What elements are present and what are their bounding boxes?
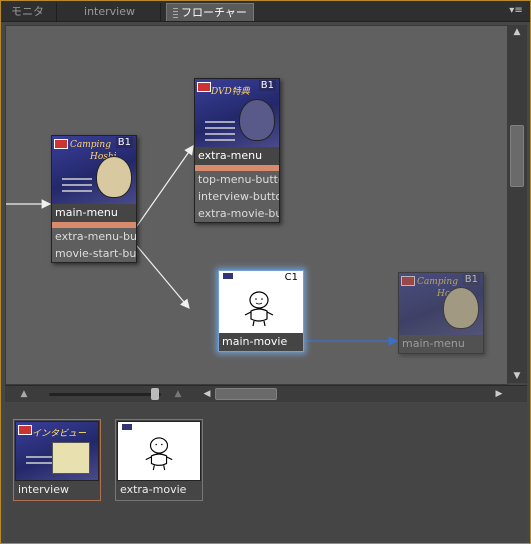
tab-monitor[interactable]: モニタ <box>5 3 57 21</box>
node-button[interactable]: extra-movie-bu <box>195 205 279 222</box>
unlinked-assets-tray: インタビュー interview extra-movie <box>5 403 527 541</box>
tab-interview-label: interview <box>84 5 135 18</box>
link-to-extra-menu <box>136 145 194 227</box>
node-main-menu-ref[interactable]: Camping Hoshi B1 main-menu <box>398 272 484 354</box>
node-thumbnail: C1 <box>219 271 303 333</box>
character-icon <box>443 287 479 329</box>
node-badge: B1 <box>462 274 480 285</box>
flowchart-canvas[interactable]: Camping Hoshi B1 main-menu extra-menu-bu… <box>5 25 508 385</box>
zoom-scroll-bar: ▲ ▲ ◀ ▶ <box>5 385 527 402</box>
zoom-in-icon[interactable]: ▲ <box>171 388 185 400</box>
menu-logo-icon <box>18 425 32 435</box>
tray-thumbnail <box>117 421 201 481</box>
node-thumbnail: DVD特典 B1 <box>195 79 279 147</box>
thumbnail-art <box>62 174 92 196</box>
zoom-slider[interactable] <box>49 393 161 396</box>
node-button[interactable]: extra-menu-but <box>52 228 136 245</box>
node-title: main-menu <box>52 204 136 222</box>
thumbnail-art: Camping <box>417 277 458 287</box>
thumbnail-art: Camping <box>70 140 111 150</box>
thumbnail-art <box>205 117 235 145</box>
zoom-slider-thumb[interactable] <box>151 388 159 400</box>
node-title: extra-menu <box>195 147 279 165</box>
character-icon <box>145 437 173 471</box>
tab-bar: モニタ interview フローチャート× ▾≡ <box>1 1 530 37</box>
node-thumbnail: Camping Hoshi B1 <box>52 136 136 204</box>
horizontal-scroll-thumb[interactable] <box>215 388 277 400</box>
video-logo-icon <box>223 273 233 279</box>
menu-logo-icon <box>197 82 211 92</box>
tray-label: interview <box>15 481 99 499</box>
thumbnail-art: インタビュー <box>32 429 87 439</box>
node-extra-menu[interactable]: DVD特典 B1 extra-menu top-menu-butto inter… <box>194 78 280 223</box>
tab-monitor-label: モニタ <box>11 5 44 18</box>
tray-item-extra-movie[interactable]: extra-movie <box>115 419 203 501</box>
menu-logo-icon <box>401 276 415 286</box>
panel-menu-icon[interactable]: ▾≡ <box>508 5 524 17</box>
character-icon <box>239 99 275 141</box>
grip-icon[interactable] <box>173 8 178 18</box>
tab-interview[interactable]: interview <box>59 3 161 21</box>
scroll-left-icon[interactable]: ◀ <box>201 388 213 400</box>
node-title: main-movie <box>219 333 303 351</box>
tab-flowchart[interactable]: フローチャート× <box>166 3 254 37</box>
tray-label: extra-movie <box>117 481 201 499</box>
vertical-scrollbar[interactable]: ▲ ▼ <box>507 25 527 383</box>
node-badge: B1 <box>115 137 133 148</box>
node-title: main-menu <box>399 335 483 353</box>
thumbnail-art: DVD特典 <box>211 87 250 97</box>
zoom-out-icon[interactable]: ▲ <box>17 388 31 400</box>
link-to-main-movie <box>136 245 190 309</box>
flowchart-panel: モニタ interview フローチャート× ▾≡ Camping Hoshi <box>0 0 531 544</box>
scroll-up-icon[interactable]: ▲ <box>507 25 527 39</box>
node-button[interactable]: movie-start-bu <box>52 245 136 262</box>
character-icon <box>96 156 132 198</box>
menu-logo-icon <box>54 139 68 149</box>
character-icon <box>52 442 90 474</box>
scroll-right-icon[interactable]: ▶ <box>493 388 505 400</box>
tray-thumbnail: インタビュー <box>15 421 99 481</box>
node-badge: B1 <box>258 80 276 91</box>
tray-item-interview[interactable]: インタビュー interview <box>13 419 101 501</box>
node-main-movie[interactable]: C1 main-movie <box>218 270 304 352</box>
vertical-scroll-thumb[interactable] <box>510 125 524 187</box>
character-icon <box>244 291 274 327</box>
node-thumbnail: Camping Hoshi B1 <box>399 273 483 335</box>
node-button[interactable]: interview-butto <box>195 188 279 205</box>
node-badge: C1 <box>284 272 298 283</box>
node-main-menu[interactable]: Camping Hoshi B1 main-menu extra-menu-bu… <box>51 135 137 263</box>
scroll-down-icon[interactable]: ▼ <box>507 369 527 383</box>
video-logo-icon <box>122 424 132 430</box>
node-button[interactable]: top-menu-butto <box>195 171 279 188</box>
